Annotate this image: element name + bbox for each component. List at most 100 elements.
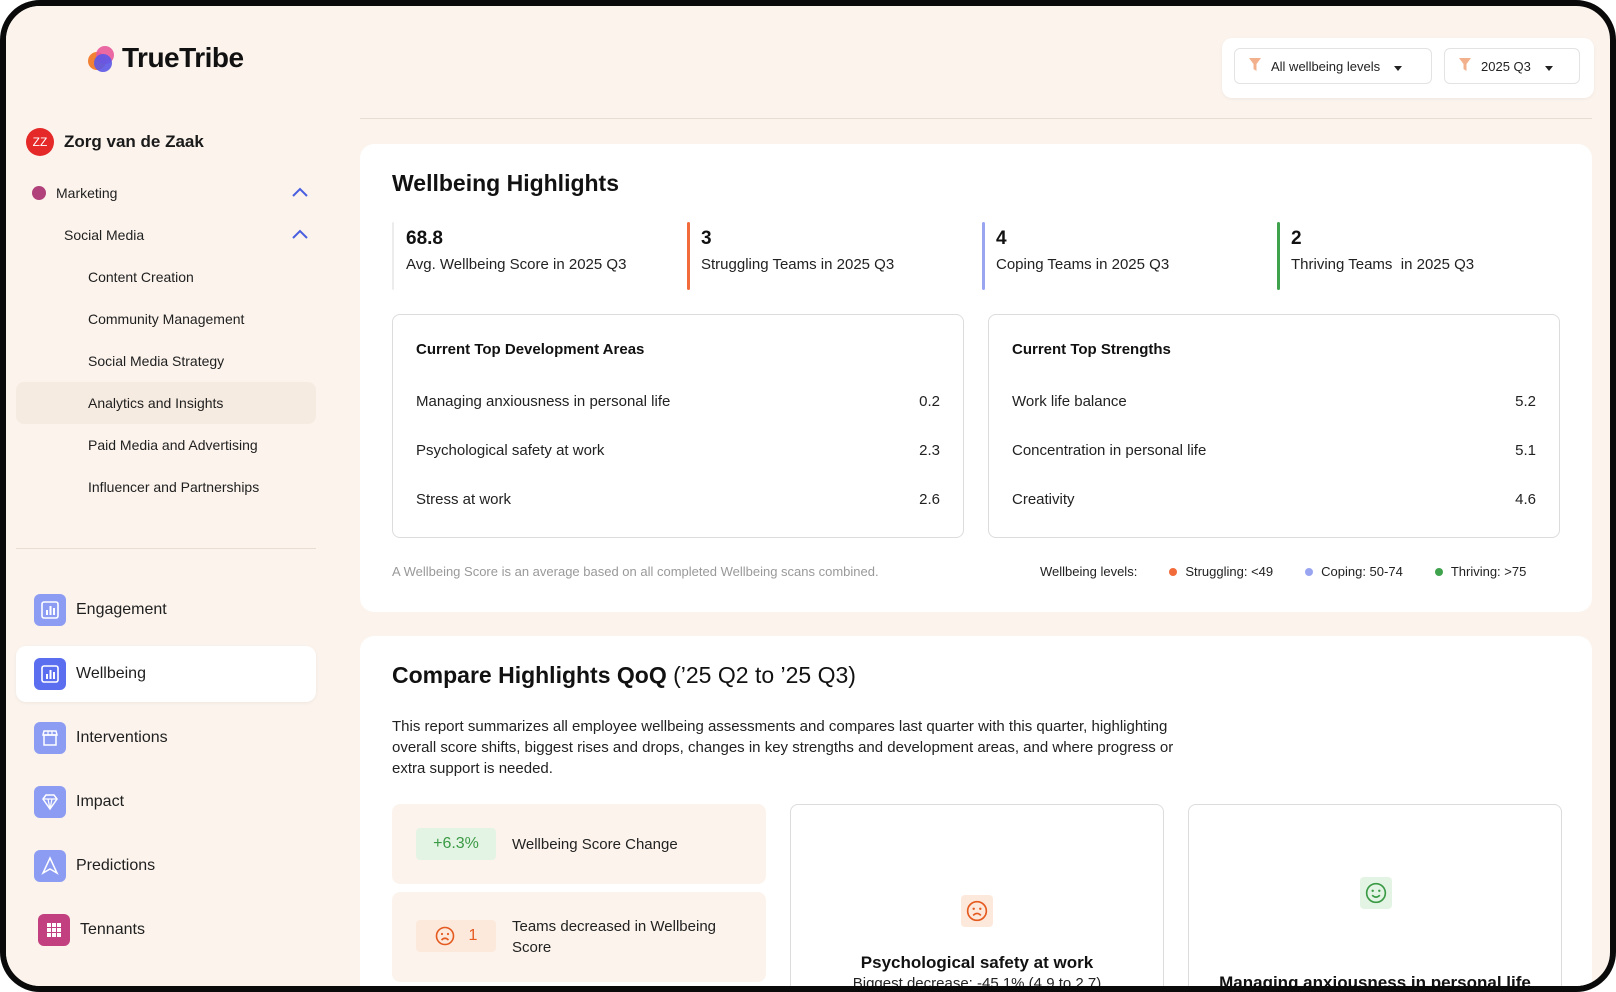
filter-bar: All wellbeing levels 2025 Q3 bbox=[1222, 38, 1594, 98]
tree-item-marketing[interactable]: Marketing bbox=[32, 173, 117, 213]
list-item: Stress at work 2.6 bbox=[416, 491, 940, 508]
grid-icon bbox=[38, 914, 70, 946]
tree-item-content-creation[interactable]: Content Creation bbox=[88, 257, 194, 297]
tree-label: Paid Media and Advertising bbox=[88, 437, 258, 453]
legend-label: Thriving: >75 bbox=[1450, 564, 1527, 579]
badge-value: 1 bbox=[468, 927, 478, 944]
score-change-badge: +6.3% bbox=[416, 828, 496, 860]
filter-icon bbox=[1249, 57, 1261, 75]
tree-item-social-media[interactable]: Social Media bbox=[64, 215, 144, 255]
smiley-icon bbox=[1360, 877, 1392, 909]
marketing-dot bbox=[32, 186, 46, 200]
nav-label: Wellbeing bbox=[76, 665, 146, 682]
chart-icon bbox=[34, 658, 66, 690]
tree-label: Social Media Strategy bbox=[88, 353, 225, 369]
biggest-increase-tile: Managing anxiousness in personal life bbox=[1188, 804, 1562, 992]
chevron-up-icon[interactable] bbox=[292, 229, 308, 241]
compare-highlights-card: Compare Highlights QoQ (’25 Q2 to ’25 Q3… bbox=[360, 636, 1592, 992]
nav-label: Interventions bbox=[76, 729, 168, 746]
legend-dot bbox=[1169, 567, 1178, 576]
caret-down-icon bbox=[1394, 59, 1403, 74]
nav-impact[interactable]: Impact bbox=[16, 774, 316, 830]
tree-item-influencer[interactable]: Influencer and Partnerships bbox=[88, 467, 259, 507]
score-change-card: +6.3% Wellbeing Score Change bbox=[392, 804, 766, 884]
list-item: Creativity 4.6 bbox=[1012, 491, 1536, 508]
nav-label: Engagement bbox=[76, 601, 167, 618]
list-item: Concentration in personal life 5.1 bbox=[1012, 442, 1536, 459]
nav-interventions[interactable]: Interventions bbox=[16, 710, 316, 766]
stat-label: Avg. Wellbeing Score in 2025 Q3 bbox=[406, 256, 627, 273]
item-name: Stress at work bbox=[416, 491, 512, 508]
stat-value: 4 bbox=[996, 228, 1007, 249]
wellbeing-level-filter[interactable]: All wellbeing levels bbox=[1234, 48, 1432, 84]
section-title: Wellbeing Highlights bbox=[392, 170, 620, 196]
item-value: 5.2 bbox=[1515, 393, 1536, 410]
user-profile[interactable]: ZZ Zorg van de Zaak bbox=[26, 128, 204, 156]
legend-title: Wellbeing levels: bbox=[1040, 564, 1138, 579]
stat-bar bbox=[982, 222, 985, 290]
nav-label: Impact bbox=[76, 793, 125, 810]
logo-text: TrueTribe bbox=[122, 42, 244, 73]
nav-engagement[interactable]: Engagement bbox=[16, 582, 316, 638]
report-description: This report summarizes all employee well… bbox=[392, 718, 1174, 777]
tree-item-social-media-strategy[interactable]: Social Media Strategy bbox=[88, 341, 224, 381]
nav-wellbeing[interactable]: Wellbeing bbox=[16, 646, 316, 702]
caret-down-icon bbox=[1544, 59, 1553, 74]
item-value: 2.3 bbox=[919, 442, 940, 459]
stat-label: Thriving Teams in 2025 Q3 bbox=[1291, 256, 1475, 273]
stat-thriving: 2 Thriving Teams in 2025 Q3 bbox=[1277, 222, 1474, 290]
logo-icon bbox=[86, 44, 116, 72]
sad-face-icon bbox=[961, 895, 993, 927]
nav-label: Predictions bbox=[76, 857, 156, 874]
title-period: (’25 Q2 to ’25 Q3) bbox=[666, 662, 856, 688]
tree-label: Content Creation bbox=[88, 269, 194, 285]
sad-face-icon bbox=[435, 926, 454, 946]
diamond-icon bbox=[34, 786, 66, 818]
item-name: Managing anxiousness in personal life bbox=[416, 393, 671, 410]
stat-bar bbox=[687, 222, 690, 290]
list-item: Psychological safety at work 2.3 bbox=[416, 442, 940, 459]
item-name: Concentration in personal life bbox=[1012, 442, 1207, 459]
filter-value: All wellbeing levels bbox=[1271, 58, 1381, 74]
legend-label: Coping: 50-74 bbox=[1321, 564, 1403, 579]
biggest-decrease-tile: Psychological safety at work Biggest dec… bbox=[790, 804, 1164, 986]
filter-value: 2025 Q3 bbox=[1481, 58, 1531, 74]
chevron-up-icon[interactable] bbox=[292, 187, 308, 199]
tile-title: Managing anxiousness in personal life bbox=[1219, 973, 1531, 992]
tree-item-paid-media[interactable]: Paid Media and Advertising bbox=[88, 425, 258, 465]
legend-dot bbox=[1434, 567, 1443, 576]
stat-avg-score: 68.8 Avg. Wellbeing Score in 2025 Q3 bbox=[392, 222, 626, 290]
stat-coping: 4 Coping Teams in 2025 Q3 bbox=[982, 222, 1169, 290]
filter-icon bbox=[1459, 57, 1471, 75]
item-value: 0.2 bbox=[919, 393, 940, 410]
legend-item: Coping: 50-74 bbox=[1305, 564, 1403, 579]
chart-icon bbox=[34, 594, 66, 626]
stat-label: Struggling Teams in 2025 Q3 bbox=[701, 256, 895, 273]
item-name: Psychological safety at work bbox=[416, 442, 605, 459]
nav-predictions[interactable]: Predictions bbox=[16, 838, 316, 894]
tree-label: Influencer and Partnerships bbox=[88, 479, 260, 495]
wellbeing-legend: Wellbeing levels: Struggling: <49 Coping… bbox=[1040, 564, 1526, 579]
period-filter[interactable]: 2025 Q3 bbox=[1444, 48, 1580, 84]
list-item: Work life balance 5.2 bbox=[1012, 393, 1536, 410]
stat-value: 3 bbox=[701, 228, 712, 249]
triangle-icon bbox=[34, 850, 66, 882]
tree-label: Community Management bbox=[88, 311, 245, 327]
tree-label: Marketing bbox=[56, 185, 118, 201]
legend-item: Struggling: <49 bbox=[1169, 564, 1273, 579]
stat-bar bbox=[1277, 222, 1280, 290]
tree-item-analytics-and-insights[interactable]: Analytics and Insights bbox=[88, 383, 223, 423]
legend-label: Struggling: <49 bbox=[1185, 564, 1274, 579]
app-window: TrueTribe ZZ Zorg van de Zaak Marketing … bbox=[0, 0, 1616, 992]
section-title: Compare Highlights QoQ (’25 Q2 to ’25 Q3… bbox=[392, 662, 856, 689]
nav-tennants[interactable]: Tennants bbox=[16, 902, 316, 958]
avatar: ZZ bbox=[26, 128, 54, 156]
logo[interactable]: TrueTribe bbox=[86, 42, 244, 74]
sidebar: TrueTribe ZZ Zorg van de Zaak Marketing … bbox=[6, 6, 331, 986]
stat-struggling: 3 Struggling Teams in 2025 Q3 bbox=[687, 222, 894, 290]
teams-decreased-card: 1 Teams decreased in Wellbeing Score bbox=[392, 892, 766, 982]
score-change-label: Wellbeing Score Change bbox=[512, 836, 678, 853]
sidebar-divider bbox=[16, 548, 316, 549]
tree-item-community-management[interactable]: Community Management bbox=[88, 299, 244, 339]
teams-decreased-badge: 1 bbox=[416, 920, 496, 952]
